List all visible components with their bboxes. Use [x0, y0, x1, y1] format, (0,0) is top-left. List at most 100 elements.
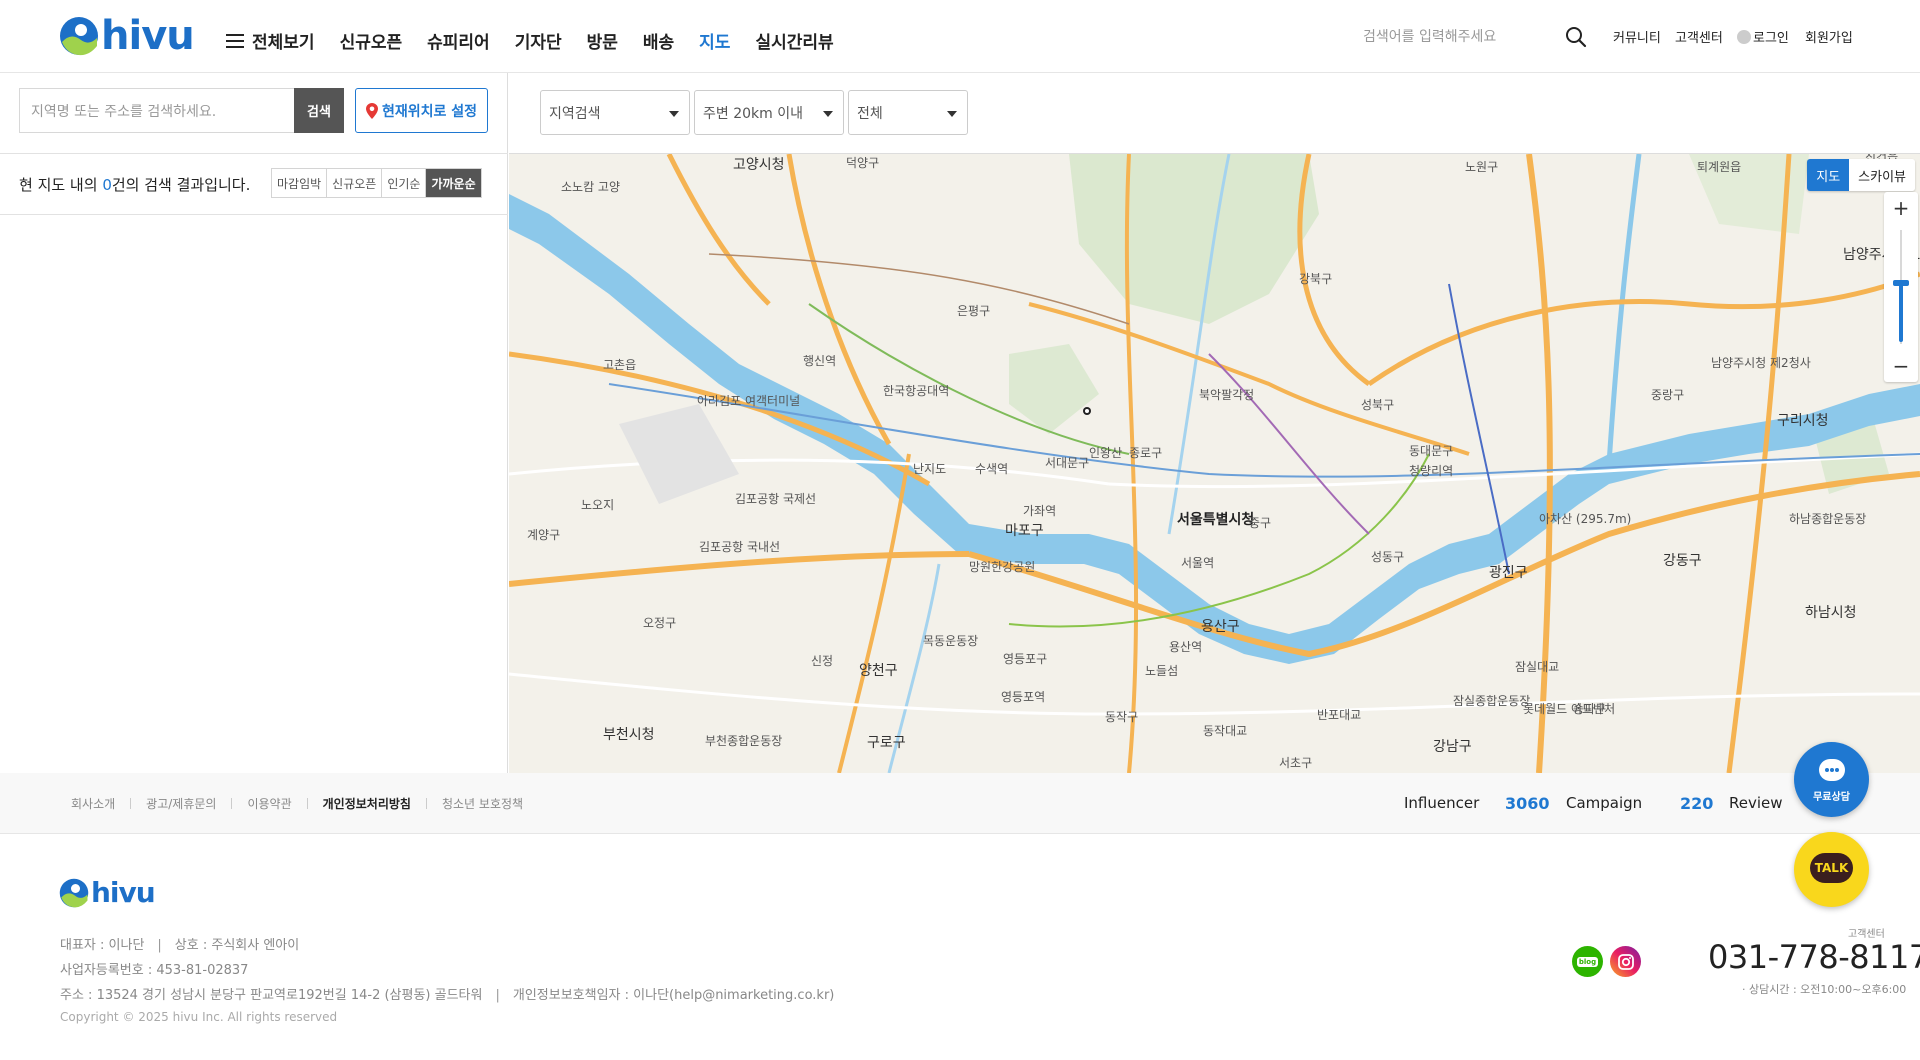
- zoom-level-fill: [1899, 284, 1903, 342]
- caret-down-icon: [947, 111, 957, 117]
- menu-icon[interactable]: [226, 33, 244, 48]
- customer-center-phone[interactable]: 031-778-8117: [1708, 938, 1920, 976]
- map-label: 동작대교: [1203, 724, 1248, 738]
- map-canvas: [509, 154, 1920, 773]
- footer-ceo: 대표자 : 이나단: [60, 938, 145, 953]
- nav-visit[interactable]: 방문: [587, 28, 618, 53]
- map-type-skyview[interactable]: 스카이뷰: [1849, 159, 1915, 191]
- map-label: 계양구: [527, 528, 561, 542]
- footer-company: 상호 : 주식회사 엔아이: [174, 938, 300, 953]
- footer-logo-text: hivu: [91, 876, 156, 909]
- footer-address-row: 주소 : 13524 경기 성남시 분당구 판교역로192번길 14-2 (삼평…: [60, 988, 835, 1003]
- map-label: 서울역: [1181, 556, 1215, 570]
- zoom-in-button[interactable]: +: [1884, 192, 1918, 224]
- map-label: 마포구: [1005, 523, 1044, 539]
- community-link[interactable]: 커뮤니티: [1613, 27, 1661, 46]
- sort-nearest[interactable]: 가까운순: [426, 169, 481, 197]
- result-summary: 현 지도 내의 0건의 검색 결과입니다.: [19, 174, 250, 195]
- map-view[interactable]: 고양시청 덕양구 소노캄 고양 노원구 퇴계원읍 진건읍 남양주시 제1청 강북…: [509, 154, 1920, 773]
- zoom-slider-handle[interactable]: [1893, 280, 1909, 286]
- map-label: 성북구: [1361, 398, 1395, 412]
- footer-logo[interactable]: hivu: [59, 876, 156, 909]
- customer-center-link[interactable]: 고객센터: [1675, 27, 1723, 46]
- nav-realtime-review[interactable]: 실시간리뷰: [755, 28, 833, 53]
- footer-link-terms[interactable]: 이용약관: [247, 795, 291, 812]
- map-label: 가좌역: [1023, 504, 1057, 518]
- map-label: 노오지: [581, 498, 615, 512]
- sort-deadline[interactable]: 마감임박: [272, 169, 328, 197]
- footer-biz-number: 사업자등록번호 : 453-81-02837: [60, 963, 249, 978]
- nav-all[interactable]: 전체보기: [252, 28, 315, 53]
- footer-link-privacy[interactable]: 개인정보처리방침: [323, 795, 411, 812]
- nav-map[interactable]: 지도: [699, 28, 730, 53]
- footer-links: 회사소개 광고/제휴문의 이용약관 개인정보처리방침 청소년 보호정책: [71, 795, 523, 812]
- login-link[interactable]: 로그인: [1737, 27, 1789, 46]
- map-label: 성동구: [1371, 550, 1405, 564]
- search-icon[interactable]: [1565, 26, 1587, 48]
- caret-down-icon: [823, 111, 833, 117]
- category-select-value: 전체: [857, 106, 883, 122]
- map-label: 김포공항 국내선: [699, 540, 781, 554]
- current-location-label: 현재위치로 설정: [381, 103, 478, 120]
- map-label: 반포대교: [1317, 708, 1362, 722]
- result-count: 0: [102, 176, 112, 194]
- map-label: 부천종합운동장: [705, 734, 783, 748]
- signup-link[interactable]: 회원가입: [1805, 27, 1853, 46]
- footer-link-ad-inquiry[interactable]: 광고/제휴문의: [146, 795, 216, 812]
- free-consult-button[interactable]: 무료상담: [1794, 742, 1869, 817]
- instagram-icon[interactable]: [1610, 946, 1641, 977]
- sort-new-open[interactable]: 신규오픈: [327, 169, 383, 197]
- instagram-glyph-icon: [1617, 953, 1634, 970]
- header: hivu 전체보기 신규오픈 슈피리어 기자단 방문 배송 지도 실시간리뷰 검…: [0, 0, 1920, 73]
- region-select[interactable]: 지역검색: [540, 90, 690, 135]
- map-label: 구리시청: [1777, 413, 1829, 429]
- sort-popular[interactable]: 인기순: [382, 169, 427, 197]
- zoom-out-button[interactable]: −: [1884, 350, 1918, 382]
- footer-link-youth-policy[interactable]: 청소년 보호정책: [442, 795, 523, 812]
- footer-ceo-company: 대표자 : 이나단 | 상호 : 주식회사 엔아이: [60, 938, 300, 953]
- map-label: 아라김포 여객터미널: [697, 394, 801, 408]
- map-label: 서울특별시청: [1177, 512, 1255, 528]
- zoom-control: + −: [1884, 192, 1918, 382]
- map-label: 광진구: [1489, 565, 1528, 581]
- nav-delivery[interactable]: 배송: [643, 28, 674, 53]
- map-label: 하남시청: [1805, 605, 1857, 621]
- category-select[interactable]: 전체: [848, 90, 968, 135]
- blog-icon[interactable]: blog: [1572, 946, 1603, 977]
- map-label: 덕양구: [846, 156, 880, 170]
- map-type-toggle: 지도 스카이뷰: [1807, 159, 1915, 191]
- map-type-map[interactable]: 지도: [1807, 159, 1850, 191]
- footer-address: 주소 : 13524 경기 성남시 분당구 판교역로192번길 14-2 (삼평…: [60, 988, 483, 1003]
- address-search-button[interactable]: 검색: [294, 88, 344, 133]
- map-label: 잠실대교: [1515, 660, 1560, 674]
- customer-center-hours: · 상담시간 : 오전10:00~오후6:00: [1742, 983, 1907, 996]
- main-nav: 전체보기 신규오픈 슈피리어 기자단 방문 배송 지도 실시간리뷰: [226, 28, 859, 53]
- radius-select[interactable]: 주변 20km 이내: [694, 90, 844, 135]
- map-label: 중구: [1249, 516, 1272, 530]
- nav-superior[interactable]: 슈피리어: [427, 28, 490, 53]
- map-label: 퇴계원읍: [1697, 160, 1742, 174]
- nav-new-open[interactable]: 신규오픈: [340, 28, 403, 53]
- map-label: 강북구: [1299, 272, 1333, 286]
- nav-reporters[interactable]: 기자단: [515, 28, 562, 53]
- map-label: 고양시청: [733, 157, 785, 173]
- result-suffix: 건의 검색 결과입니다.: [111, 176, 251, 194]
- map-label: 목동운동장: [923, 634, 979, 648]
- map-label: 수색역: [975, 462, 1009, 476]
- search-input[interactable]: 검색어를 입력해주세요: [1363, 26, 1496, 46]
- map-label: 청량리역: [1409, 464, 1454, 478]
- map-label: 서초구: [1279, 756, 1313, 770]
- result-prefix: 현 지도 내의: [19, 176, 103, 194]
- logo[interactable]: hivu: [59, 14, 195, 58]
- divider: [231, 798, 233, 809]
- map-label: 노원구: [1465, 160, 1499, 174]
- region-select-value: 지역검색: [549, 106, 601, 122]
- footer-link-about[interactable]: 회사소개: [71, 795, 115, 812]
- hivu-logo-icon: [60, 17, 98, 56]
- kakao-talk-button[interactable]: TALK: [1794, 832, 1869, 907]
- kakao-talk-icon: TALK: [1810, 853, 1853, 883]
- current-location-button[interactable]: 현재위치로 설정: [355, 88, 488, 133]
- review-label: Review: [1729, 794, 1783, 812]
- map-label: 부천시청: [603, 727, 655, 743]
- address-search-input[interactable]: 지역명 또는 주소를 검색하세요.: [19, 88, 294, 133]
